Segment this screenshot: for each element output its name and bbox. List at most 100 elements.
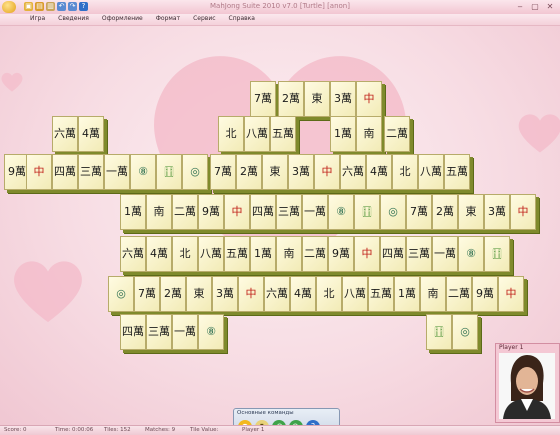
- mahjong-tile[interactable]: 中: [510, 194, 536, 230]
- minimize-button[interactable]: ‒: [513, 1, 527, 12]
- mahjong-tile[interactable]: 2萬: [160, 276, 186, 312]
- mahjong-tile[interactable]: 🀓: [354, 194, 380, 230]
- mahjong-tile[interactable]: 3萬: [288, 154, 314, 190]
- mahjong-tile[interactable]: 🀓: [426, 314, 452, 350]
- mahjong-tile[interactable]: 二萬: [384, 116, 410, 152]
- mahjong-tile[interactable]: 🀓: [156, 154, 182, 190]
- mahjong-tile[interactable]: 9萬: [472, 276, 498, 312]
- mahjong-tile[interactable]: 一萬: [302, 194, 328, 230]
- mahjong-tile[interactable]: 9萬: [328, 236, 354, 272]
- menu-service[interactable]: Сервис: [193, 15, 215, 22]
- mahjong-tile[interactable]: 六萬: [264, 276, 290, 312]
- mahjong-tile[interactable]: 一萬: [172, 314, 198, 350]
- mahjong-tile[interactable]: 五萬: [368, 276, 394, 312]
- time-readout: Time: 0:00:06: [55, 427, 94, 433]
- mahjong-tile[interactable]: ◎: [108, 276, 134, 312]
- mahjong-tile[interactable]: 4萬: [366, 154, 392, 190]
- mahjong-tile[interactable]: 1萬: [250, 236, 276, 272]
- mahjong-tile[interactable]: ⑧: [328, 194, 354, 230]
- mahjong-tile[interactable]: 3萬: [330, 81, 356, 117]
- mahjong-tile[interactable]: 東: [304, 81, 330, 117]
- mahjong-tile[interactable]: 四萬: [250, 194, 276, 230]
- mahjong-tile[interactable]: 中: [356, 81, 382, 117]
- mahjong-tile[interactable]: 三萬: [78, 154, 104, 190]
- mahjong-tile[interactable]: 三萬: [146, 314, 172, 350]
- mahjong-tile[interactable]: 東: [458, 194, 484, 230]
- mahjong-tile[interactable]: 南: [276, 236, 302, 272]
- mahjong-tile[interactable]: 六萬: [340, 154, 366, 190]
- mahjong-tile[interactable]: 中: [314, 154, 340, 190]
- mahjong-tile[interactable]: 3萬: [212, 276, 238, 312]
- mahjong-tile[interactable]: 北: [316, 276, 342, 312]
- mahjong-tile[interactable]: 7萬: [406, 194, 432, 230]
- menu-appearance[interactable]: Оформление: [102, 15, 143, 22]
- mahjong-tile[interactable]: 1萬: [394, 276, 420, 312]
- mahjong-tile[interactable]: 2萬: [236, 154, 262, 190]
- background-heart-small: [1, 72, 23, 92]
- menu-bar: Игра Сведения Оформление Формат Сервис С…: [0, 14, 560, 26]
- mahjong-tile[interactable]: 一萬: [104, 154, 130, 190]
- game-board[interactable]: 7萬 2萬東 3萬中六萬 4萬北八萬 五萬 1萬南二萬 9萬中四萬 三萬 一萬 ⑧ 🀓 ◎ 7萬 2萬東 3…: [0, 26, 560, 425]
- mahjong-tile[interactable]: 八萬: [198, 236, 224, 272]
- mahjong-tile[interactable]: 八萬: [244, 116, 270, 152]
- mahjong-tile[interactable]: 4萬: [78, 116, 104, 152]
- menu-game[interactable]: Игра: [30, 15, 45, 22]
- mahjong-tile[interactable]: 北: [392, 154, 418, 190]
- mahjong-tile[interactable]: 7萬: [250, 81, 276, 117]
- mahjong-tile[interactable]: 中: [354, 236, 380, 272]
- mahjong-tile[interactable]: 八萬: [418, 154, 444, 190]
- mahjong-tile[interactable]: 北: [218, 116, 244, 152]
- mahjong-tile[interactable]: 五萬: [224, 236, 250, 272]
- mahjong-tile[interactable]: 五萬: [270, 116, 296, 152]
- mahjong-tile[interactable]: 🀓: [484, 236, 510, 272]
- mahjong-tile[interactable]: 三萬: [276, 194, 302, 230]
- mahjong-tile[interactable]: 四萬: [120, 314, 146, 350]
- mahjong-tile[interactable]: 4萬: [146, 236, 172, 272]
- mahjong-tile[interactable]: 1萬: [330, 116, 356, 152]
- mahjong-tile[interactable]: ⑧: [130, 154, 156, 190]
- menu-help[interactable]: Справка: [229, 15, 255, 22]
- mahjong-tile[interactable]: 2萬: [278, 81, 304, 117]
- mahjong-tile[interactable]: 六萬: [120, 236, 146, 272]
- mahjong-tile[interactable]: 7萬: [210, 154, 236, 190]
- mahjong-tile[interactable]: 八萬: [342, 276, 368, 312]
- mahjong-tile[interactable]: 中: [238, 276, 264, 312]
- player-label: Player 1: [499, 344, 524, 351]
- menu-format[interactable]: Формат: [156, 15, 180, 22]
- maximize-button[interactable]: ▢: [528, 1, 542, 12]
- mahjong-tile[interactable]: 中: [26, 154, 52, 190]
- mahjong-tile[interactable]: ⑧: [198, 314, 224, 350]
- mahjong-tile[interactable]: 六萬: [52, 116, 78, 152]
- mahjong-tile[interactable]: 7萬: [134, 276, 160, 312]
- mahjong-tile[interactable]: ◎: [452, 314, 478, 350]
- mahjong-tile[interactable]: ◎: [182, 154, 208, 190]
- mahjong-tile[interactable]: 一萬: [432, 236, 458, 272]
- mahjong-tile[interactable]: 四萬: [52, 154, 78, 190]
- mahjong-tile[interactable]: ◎: [380, 194, 406, 230]
- mahjong-tile[interactable]: 東: [186, 276, 212, 312]
- mahjong-tile[interactable]: 二萬: [172, 194, 198, 230]
- mahjong-tile[interactable]: 南: [146, 194, 172, 230]
- title-bar: ▣ ▤ ▥ ↶ ↷ ? MahJong Suite 2010 v7.0 [Tur…: [0, 0, 560, 15]
- mahjong-tile[interactable]: 二萬: [302, 236, 328, 272]
- mahjong-tile[interactable]: 北: [172, 236, 198, 272]
- mahjong-tile[interactable]: 三萬: [406, 236, 432, 272]
- mahjong-tile[interactable]: 1萬: [120, 194, 146, 230]
- mahjong-tile[interactable]: 東: [262, 154, 288, 190]
- mahjong-tile[interactable]: 四萬: [380, 236, 406, 272]
- mahjong-tile[interactable]: 二萬: [446, 276, 472, 312]
- mahjong-tile[interactable]: 9萬: [198, 194, 224, 230]
- mahjong-tile[interactable]: 中: [498, 276, 524, 312]
- mahjong-tile[interactable]: 2萬: [432, 194, 458, 230]
- menu-info[interactable]: Сведения: [58, 15, 89, 22]
- mahjong-tile[interactable]: 五萬: [444, 154, 470, 190]
- commands-toolbar: Основные команды ● ▮ ↶ ↷ ?: [233, 408, 340, 425]
- mahjong-tile[interactable]: 中: [224, 194, 250, 230]
- mahjong-tile[interactable]: 南: [356, 116, 382, 152]
- mahjong-tile[interactable]: 南: [420, 276, 446, 312]
- matches-readout: Matches: 9: [145, 427, 176, 433]
- close-button[interactable]: ✕: [543, 1, 557, 12]
- mahjong-tile[interactable]: 3萬: [484, 194, 510, 230]
- mahjong-tile[interactable]: 4萬: [290, 276, 316, 312]
- mahjong-tile[interactable]: ⑧: [458, 236, 484, 272]
